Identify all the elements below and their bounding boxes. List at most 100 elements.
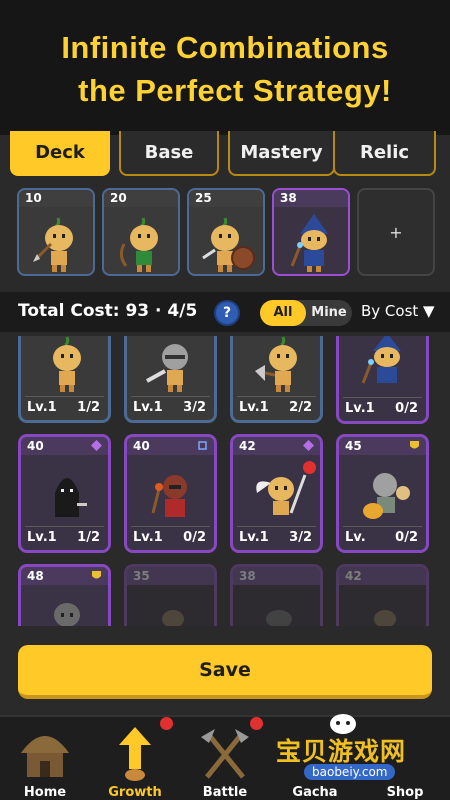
archer-sprite bbox=[119, 217, 158, 272]
divider bbox=[25, 526, 104, 527]
deck-toolbar: Total Cost: 93 · 4/5 ? All Mine By Cost … bbox=[0, 292, 450, 332]
divider bbox=[131, 526, 210, 527]
divider bbox=[131, 396, 210, 397]
unit-card[interactable]: 48 bbox=[18, 564, 111, 626]
unit-count: 1/2 bbox=[77, 400, 100, 415]
deck-slot[interactable]: 25 bbox=[187, 188, 265, 276]
unit-card[interactable]: 45 Lv. 0/2 bbox=[336, 434, 429, 553]
diamond-rune-icon bbox=[303, 440, 314, 451]
mascot-icon bbox=[330, 714, 356, 734]
tab-mastery[interactable]: Mastery bbox=[228, 131, 335, 176]
unit-count: 0/2 bbox=[183, 530, 206, 545]
diamond-rune-icon bbox=[91, 440, 102, 451]
unit-count: 1/2 bbox=[77, 530, 100, 545]
locked-unit-sprite bbox=[162, 610, 184, 626]
divider bbox=[237, 526, 316, 527]
unit-card[interactable]: Lv.1 1/2 bbox=[18, 336, 111, 423]
watermark-url: baobeiy.com bbox=[304, 764, 396, 780]
banner-subheadline: the Perfect Strategy! bbox=[78, 73, 392, 108]
tab-deck[interactable]: Deck bbox=[10, 131, 110, 176]
hooded-assassin-sprite bbox=[55, 478, 87, 517]
spearman-sprite bbox=[33, 217, 73, 272]
nav-label: Home bbox=[23, 785, 67, 800]
unit-count: 3/2 bbox=[183, 400, 206, 415]
unit-cost: 25 bbox=[189, 190, 263, 207]
unit-cost: 38 bbox=[274, 190, 348, 207]
nav-battle[interactable]: Battle bbox=[180, 717, 270, 800]
total-cost-label: Total Cost: 93 · 4/5 bbox=[18, 301, 198, 321]
sort-dropdown[interactable]: By Cost ▼ bbox=[361, 302, 435, 320]
unit-count: 0/2 bbox=[395, 401, 418, 416]
unit-card[interactable]: Lv.1 2/2 bbox=[230, 336, 323, 423]
divider bbox=[343, 397, 422, 398]
add-deck-slot-button[interactable]: + bbox=[357, 188, 435, 276]
unit-card[interactable]: 40 Lv.1 1/2 bbox=[18, 434, 111, 553]
filter-mine-button[interactable]: Mine bbox=[308, 300, 350, 326]
unit-level: Lv.1 bbox=[133, 530, 163, 545]
deck-slot[interactable]: 20 bbox=[102, 188, 180, 276]
onion-soldier-sprite bbox=[53, 336, 81, 392]
unit-count: 2/2 bbox=[289, 400, 312, 415]
unit-level: Lv.1 bbox=[27, 400, 57, 415]
nav-growth[interactable]: Growth bbox=[90, 717, 180, 800]
divider bbox=[25, 396, 104, 397]
filter-all-button[interactable]: All bbox=[260, 300, 306, 326]
nav-label: Gacha bbox=[292, 785, 338, 800]
wizard-sprite bbox=[361, 336, 401, 384]
save-button[interactable]: Save bbox=[18, 645, 432, 699]
hut-icon bbox=[21, 736, 69, 777]
tab-relic[interactable]: Relic bbox=[333, 131, 436, 176]
unit-cost: 38 bbox=[233, 567, 320, 585]
unit-card-locked[interactable]: 35 bbox=[124, 564, 217, 626]
unit-card-locked[interactable]: 38 bbox=[230, 564, 323, 626]
tab-bar: Deck Base Mastery Relic bbox=[10, 131, 438, 177]
unit-level: Lv. bbox=[345, 530, 366, 545]
paladin-sprite bbox=[363, 473, 410, 519]
divider bbox=[237, 396, 316, 397]
unit-card-locked[interactable]: 42 bbox=[336, 564, 429, 626]
locked-unit-sprite bbox=[374, 610, 396, 626]
help-button[interactable]: ? bbox=[214, 300, 240, 326]
unit-cost: 20 bbox=[104, 190, 178, 207]
unit-card[interactable]: 42 Lv.1 3/2 bbox=[230, 434, 323, 553]
shield-rune-icon bbox=[92, 571, 101, 579]
unit-level: Lv.1 bbox=[133, 400, 163, 415]
unit-level: Lv.1 bbox=[239, 400, 269, 415]
chip-rune-icon bbox=[198, 441, 207, 450]
ownership-filter: All Mine bbox=[260, 300, 352, 326]
deck-slot[interactable]: 10 bbox=[17, 188, 95, 276]
nav-label: Growth bbox=[108, 785, 162, 800]
unit-count: 3/2 bbox=[289, 530, 312, 545]
unit-level: Lv.1 bbox=[27, 530, 57, 545]
divider bbox=[343, 526, 422, 527]
unit-card-grid: Lv.1 1/2 Lv.1 3/2 Lv.1 2/2 Lv.1 0/2 40 L… bbox=[0, 336, 450, 626]
wizard-sprite bbox=[290, 214, 328, 272]
knight-sprite bbox=[146, 344, 188, 392]
unit-cost: 35 bbox=[127, 567, 214, 585]
notification-dot bbox=[160, 717, 173, 730]
nav-label: Shop bbox=[386, 785, 424, 800]
notification-dot bbox=[250, 717, 263, 730]
nav-label: Battle bbox=[202, 785, 248, 800]
deck-slot[interactable]: 38 bbox=[272, 188, 350, 276]
tab-base[interactable]: Base bbox=[119, 131, 219, 176]
unit-cost: 10 bbox=[19, 190, 93, 207]
watermark: 宝贝游戏网 baobeiy.com bbox=[276, 710, 446, 782]
nav-home[interactable]: Home bbox=[0, 717, 90, 800]
banner-headline: Infinite Combinations bbox=[61, 30, 389, 65]
unit-cost: 42 bbox=[339, 567, 426, 585]
unit-level: Lv.1 bbox=[345, 401, 375, 416]
promo-banner: Infinite Combinations the Perfect Strate… bbox=[0, 0, 450, 135]
axeman-sprite bbox=[255, 336, 297, 392]
unit-card[interactable]: Lv.1 0/2 bbox=[336, 336, 429, 424]
unit-count: 0/2 bbox=[395, 530, 418, 545]
crossed-axes-icon bbox=[201, 729, 249, 779]
locked-unit-sprite bbox=[266, 610, 292, 626]
growth-arrow-icon bbox=[119, 727, 151, 781]
unit-card[interactable]: Lv.1 3/2 bbox=[124, 336, 217, 423]
shield-rune-icon bbox=[410, 441, 419, 449]
unit-card[interactable]: 40 Lv.1 0/2 bbox=[124, 434, 217, 553]
shield-warrior-sprite bbox=[202, 217, 255, 272]
unit-level: Lv.1 bbox=[239, 530, 269, 545]
monk-sprite bbox=[54, 603, 80, 626]
